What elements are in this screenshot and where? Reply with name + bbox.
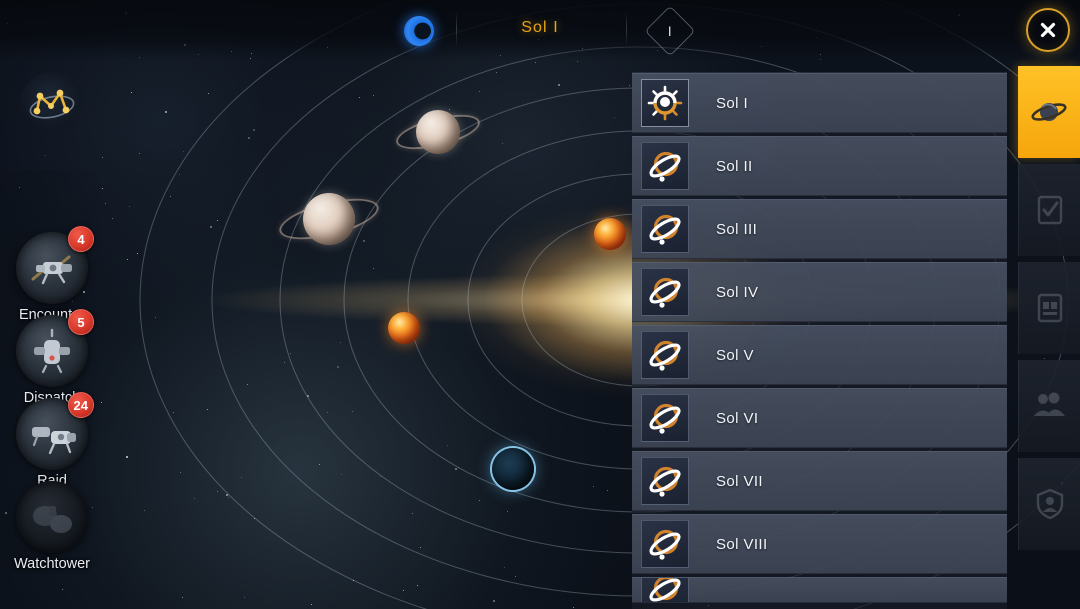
tier-badge[interactable]: I: [644, 5, 696, 57]
planet-name: Sol VI: [716, 409, 759, 427]
sun-star-icon: [647, 85, 683, 121]
watchtower-icon: [33, 506, 72, 533]
map-body-ocean-world-lower[interactable]: [492, 448, 534, 490]
nav-badge: 24: [67, 392, 94, 418]
nav-item-label: Watchtower: [13, 556, 90, 572]
archive-tab-icon: [1037, 293, 1062, 323]
planet-name: Sol I: [716, 94, 749, 112]
left-nav: 4 Encounter 5 Dispatch: [0, 170, 104, 572]
planet-tab-icon: [1031, 103, 1067, 121]
planet-name: Sol IV: [716, 283, 759, 301]
planet-thumb: [641, 394, 689, 442]
planet-name: Sol V: [716, 346, 754, 364]
map-body-lava-world-left[interactable]: [388, 312, 420, 344]
planet-thumb: [641, 79, 689, 127]
map-body-ringed-world-left[interactable]: [275, 190, 383, 248]
officer-tab-icon: [1036, 488, 1063, 520]
ringed-planet-icon: [649, 340, 681, 371]
close-button[interactable]: [1026, 8, 1070, 52]
spaceship-encounter-icon: [31, 255, 72, 285]
planet-thumb: [641, 520, 689, 568]
constellation-starmap-icon: [29, 89, 75, 119]
ringed-planet-icon: [649, 403, 681, 434]
spaceship-raid-icon: [32, 427, 76, 455]
spaceship-dispatch-icon: [34, 328, 70, 374]
checklist-tab-icon: [1037, 195, 1062, 225]
planet-list-item[interactable]: [632, 577, 1007, 603]
tab-missions[interactable]: [1018, 164, 1080, 256]
crew-tab-icon: [1033, 392, 1065, 416]
planet-list-item[interactable]: Sol VII: [632, 451, 1007, 511]
planet-list-item[interactable]: Sol VI: [632, 388, 1007, 448]
planet-thumb: [641, 457, 689, 505]
planet-thumb: [641, 578, 689, 602]
planet-list-panel: Sol I Sol II Sol III Sol IV Sol V Sol VI…: [632, 72, 1007, 609]
nav-badge: 4: [68, 226, 94, 252]
planet-list-item[interactable]: Sol V: [632, 325, 1007, 385]
planet-name: Sol II: [716, 157, 753, 175]
nav-badge: 5: [68, 309, 94, 335]
ringed-planet-icon: [649, 466, 681, 497]
planet-list-item[interactable]: Sol VIII: [632, 514, 1007, 574]
planet-thumb: [641, 205, 689, 253]
planet-name: Sol III: [716, 220, 758, 238]
planet-thumb: [641, 268, 689, 316]
tab-officers[interactable]: [1018, 458, 1080, 550]
tab-rail: [1018, 66, 1080, 609]
ringed-planet-icon: [649, 214, 681, 245]
ringed-planet-icon: [649, 578, 681, 602]
nav-item-watchtower[interactable]: Watchtower: [12, 481, 92, 572]
tab-crew[interactable]: [1018, 360, 1080, 452]
close-icon: [1040, 22, 1056, 38]
planet-list-item[interactable]: Sol III: [632, 199, 1007, 259]
planet-list-item[interactable]: Sol I: [632, 73, 1007, 133]
ringed-planet-icon: [649, 529, 681, 560]
nav-item-raid[interactable]: 24 Raid: [12, 392, 94, 489]
planet-list-item[interactable]: Sol II: [632, 136, 1007, 196]
planet-body: [303, 193, 355, 245]
map-body-lava-world-right[interactable]: [594, 218, 626, 250]
planet-thumb: [641, 331, 689, 379]
ringed-planet-icon: [649, 277, 681, 308]
planet-body: [416, 110, 460, 154]
starmap-button[interactable]: [20, 72, 84, 136]
planet-name: Sol VII: [716, 472, 763, 490]
ringed-planet-icon: [649, 151, 681, 182]
planet-name: Sol VIII: [716, 535, 768, 553]
tab-planets[interactable]: [1018, 66, 1080, 158]
planet-list-item[interactable]: Sol IV: [632, 262, 1007, 322]
tier-badge-label: I: [667, 23, 673, 39]
top-bar: Sol I I: [0, 0, 1080, 60]
planet-thumb: [641, 142, 689, 190]
nav-icon-wrap: [16, 481, 88, 553]
map-body-ringed-world-upper[interactable]: [392, 108, 484, 156]
page-title: Sol I: [521, 19, 559, 36]
tab-archive[interactable]: [1018, 262, 1080, 354]
